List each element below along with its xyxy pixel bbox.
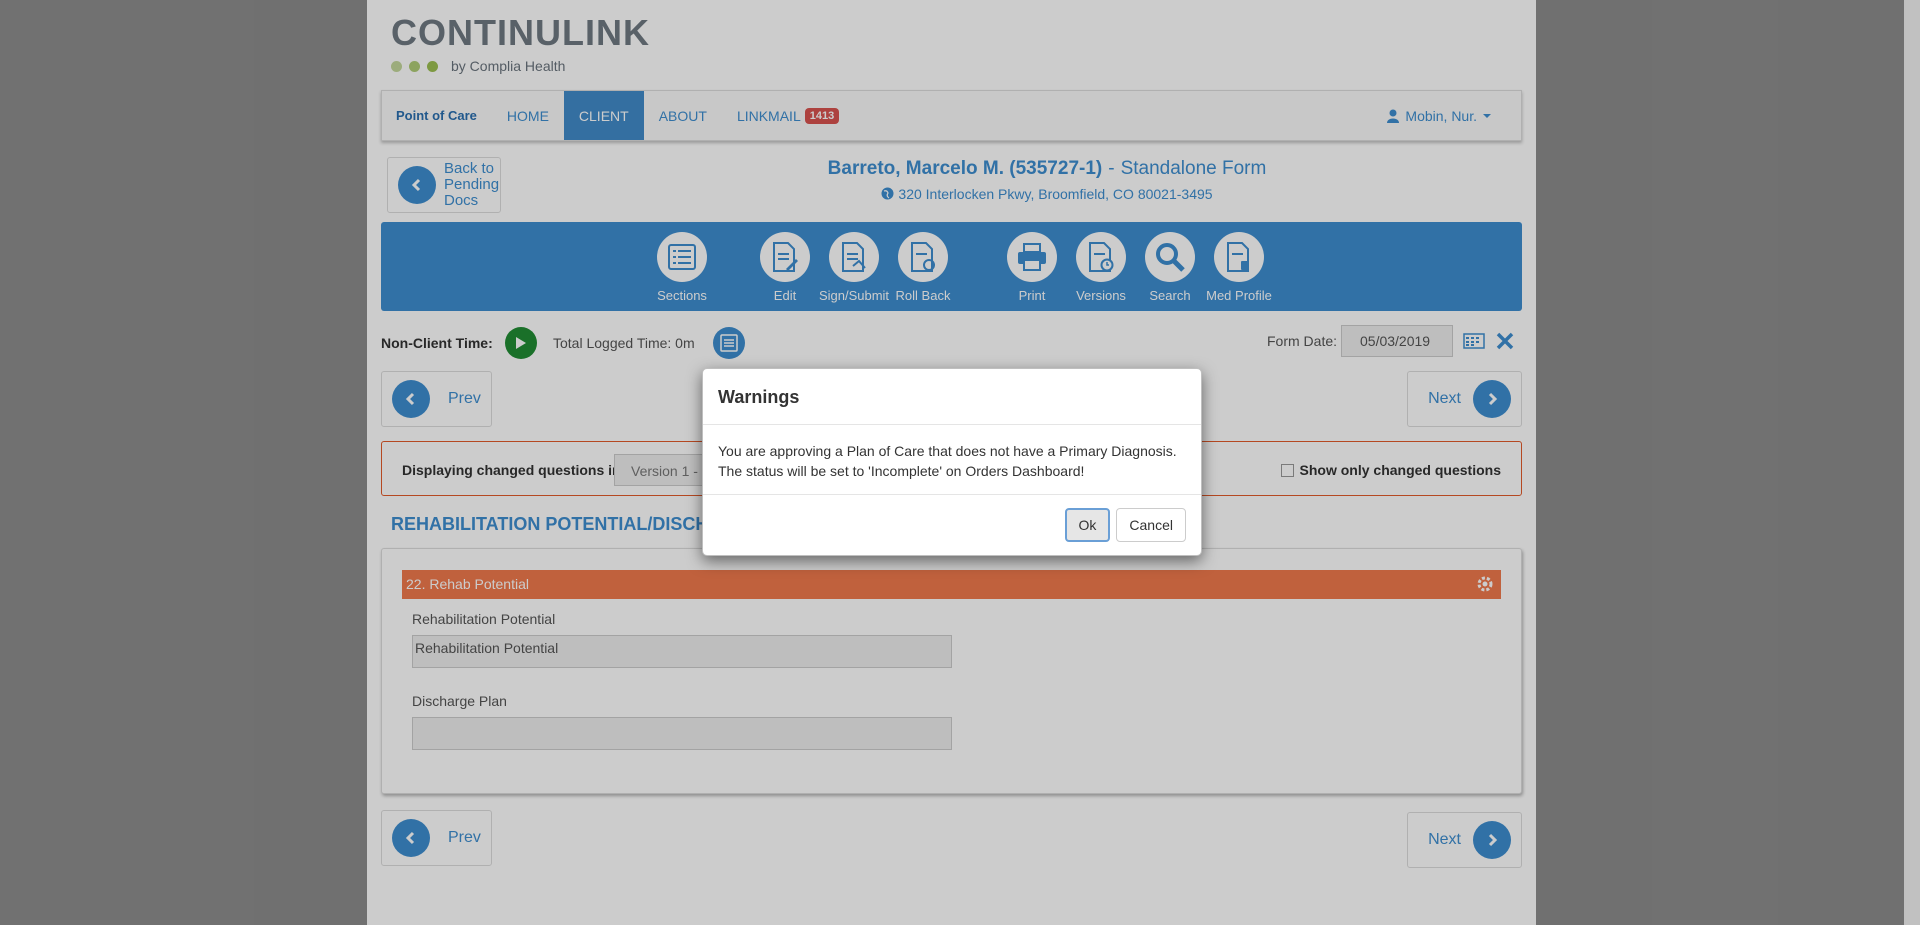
cancel-button[interactable]: Cancel [1116, 508, 1186, 542]
dialog-message-2: The status will be set to 'Incomplete' o… [718, 463, 1085, 479]
dialog-title: Warnings [718, 387, 800, 407]
dialog-header: Warnings [703, 369, 1201, 425]
warnings-dialog: Warnings You are approving a Plan of Car… [702, 368, 1202, 556]
dialog-body: You are approving a Plan of Care that do… [703, 425, 1201, 495]
dialog-footer: Ok Cancel [703, 495, 1201, 555]
dialog-message-1: You are approving a Plan of Care that do… [718, 443, 1177, 459]
ok-button[interactable]: Ok [1064, 508, 1111, 542]
